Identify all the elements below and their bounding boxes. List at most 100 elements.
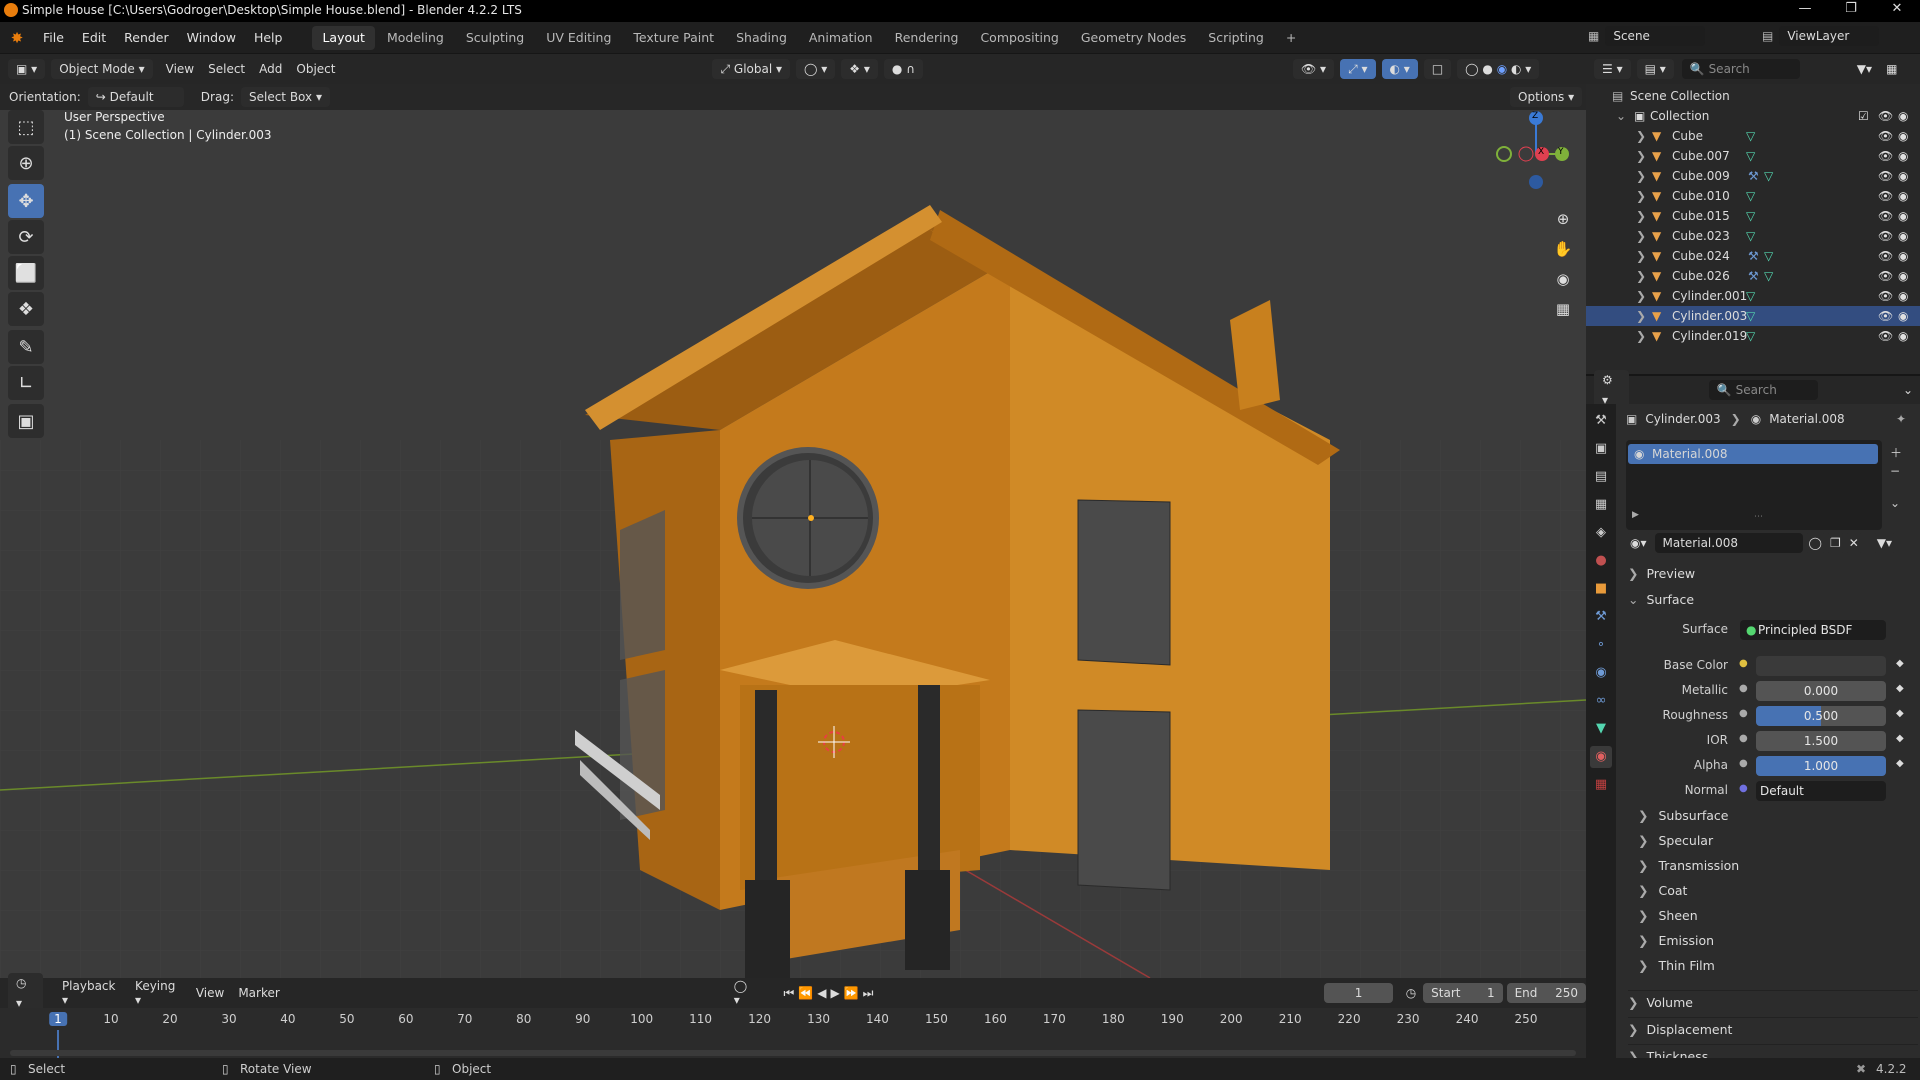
data-tab-icon[interactable]: ▼ bbox=[1590, 718, 1612, 740]
socket-icon[interactable]: ● bbox=[1739, 733, 1748, 744]
socket-icon[interactable]: ● bbox=[1739, 758, 1748, 769]
move-tool-icon[interactable]: ✥ bbox=[8, 184, 44, 218]
eye-icon[interactable]: 👁 bbox=[1878, 189, 1893, 203]
transform-tool-icon[interactable]: ❖ bbox=[8, 292, 44, 326]
mesh-data-icon[interactable]: ▽ bbox=[1746, 129, 1755, 143]
camera-icon[interactable]: ◉ bbox=[1898, 149, 1908, 163]
pivot-point-dropdown[interactable]: ◯ ▾ bbox=[796, 59, 836, 79]
modifier-icon[interactable]: ⚒ bbox=[1748, 269, 1759, 283]
expand-arrow-icon[interactable]: ❯ bbox=[1636, 329, 1646, 343]
camera-icon[interactable]: ◉ bbox=[1898, 329, 1908, 343]
eye-icon[interactable]: 👁 bbox=[1878, 269, 1893, 283]
eye-icon[interactable]: 👁 bbox=[1878, 229, 1893, 243]
scene-tab-icon[interactable]: ◈ bbox=[1590, 522, 1612, 544]
tab-modeling[interactable]: Modeling bbox=[377, 26, 454, 50]
snap-toggle[interactable]: ❖ ▾ bbox=[841, 59, 878, 79]
camera-view-icon[interactable]: ◉ bbox=[1550, 264, 1576, 294]
preview-range-icon[interactable]: ◷ bbox=[1399, 986, 1423, 1000]
outliner-row[interactable]: ❯ ▼ Cube.015 ▽ 👁 ◉ bbox=[1586, 206, 1920, 226]
expand-arrow-icon[interactable]: ❯ bbox=[1636, 229, 1646, 243]
tab-sculpting[interactable]: Sculpting bbox=[456, 26, 534, 50]
modifier-icon[interactable]: ⚒ bbox=[1748, 249, 1759, 263]
properties-search-input[interactable]: 🔍 Search bbox=[1708, 380, 1818, 400]
camera-icon[interactable]: ◉ bbox=[1898, 169, 1908, 183]
socket-icon[interactable]: ● bbox=[1739, 783, 1748, 794]
fake-user-icon[interactable]: ◯ bbox=[1804, 533, 1826, 553]
tab-uv-editing[interactable]: UV Editing bbox=[536, 26, 621, 50]
outliner-row[interactable]: ❯ ▼ Cube ▽ 👁 ◉ bbox=[1586, 126, 1920, 146]
camera-icon[interactable]: ◉ bbox=[1898, 189, 1908, 203]
close-button[interactable]: ✕ bbox=[1874, 1, 1920, 21]
expand-arrow-icon[interactable]: ❯ bbox=[1636, 149, 1646, 163]
camera-icon[interactable]: ◉ bbox=[1898, 269, 1908, 283]
field-value[interactable] bbox=[1756, 656, 1886, 676]
visibility-dropdown[interactable]: 👁 ▾ bbox=[1292, 59, 1335, 79]
outliner-row[interactable]: ❯ ▼ Cylinder.019 ▽ 👁 ◉ bbox=[1586, 326, 1920, 346]
menu-object[interactable]: Object bbox=[289, 62, 342, 76]
tab-layout[interactable]: Layout bbox=[312, 25, 375, 50]
material-tab-icon[interactable]: ◉ bbox=[1590, 746, 1612, 768]
tool-tab-icon[interactable]: ⚒ bbox=[1590, 410, 1612, 432]
field-value[interactable]: 1.000 bbox=[1756, 756, 1886, 776]
ortho-grid-icon[interactable]: ▦ bbox=[1550, 294, 1576, 324]
navigation-gizmo[interactable]: Z X Y bbox=[1486, 110, 1576, 200]
menu-render[interactable]: Render bbox=[115, 22, 178, 54]
field-value[interactable]: Default bbox=[1756, 781, 1886, 801]
socket-icon[interactable]: ● bbox=[1739, 708, 1748, 719]
outliner-row[interactable]: ❯ ▼ Cube.026 ⚒ ▽ 👁 ◉ bbox=[1586, 266, 1920, 286]
eye-icon[interactable]: 👁 bbox=[1878, 289, 1893, 303]
scale-tool-icon[interactable]: ⬜ bbox=[8, 256, 44, 290]
display-mode-button[interactable]: ▤ ▾ bbox=[1636, 59, 1674, 79]
expand-arrow-icon[interactable]: ⌄ bbox=[1616, 109, 1626, 123]
eye-icon[interactable]: 👁 bbox=[1878, 149, 1893, 163]
camera-icon[interactable]: ◉ bbox=[1898, 309, 1908, 323]
3d-viewport[interactable]: User Perspective (1) Scene Collection | … bbox=[0, 110, 1586, 978]
eye-icon[interactable]: 👁 bbox=[1878, 169, 1893, 183]
mesh-data-icon[interactable]: ▽ bbox=[1764, 169, 1773, 183]
mode-dropdown[interactable]: Object Mode ▾ bbox=[51, 59, 153, 79]
tab-rendering[interactable]: Rendering bbox=[885, 26, 969, 50]
socket-icon[interactable]: ● bbox=[1739, 658, 1748, 669]
outliner-search-input[interactable]: 🔍 Search bbox=[1681, 59, 1800, 79]
preview-panel-header[interactable]: ❯ Preview bbox=[1628, 566, 1695, 581]
gizmo-toggle[interactable]: ⤢ ▾ bbox=[1340, 59, 1376, 79]
panel-header[interactable]: ❯ Displacement bbox=[1628, 1017, 1918, 1037]
subsection-header[interactable]: ❯ Thin Film bbox=[1638, 958, 1715, 973]
outliner-row-collection[interactable]: ⌄ ▣ Collection ☑ 👁 ◉ bbox=[1586, 106, 1920, 126]
unlink-material-icon[interactable]: ✕ bbox=[1844, 533, 1863, 553]
start-frame-field[interactable]: Start 1 bbox=[1423, 983, 1503, 1003]
collection-checkbox[interactable]: ☑ bbox=[1858, 109, 1869, 123]
transform-orientation-dropdown[interactable]: ⤢ Global ▾ bbox=[712, 59, 791, 79]
tab-compositing[interactable]: Compositing bbox=[970, 26, 1068, 50]
cursor-tool-icon[interactable]: ⊕ bbox=[8, 146, 44, 180]
rotate-tool-icon[interactable]: ⟳ bbox=[8, 220, 44, 254]
zoom-icon[interactable]: ⊕ bbox=[1550, 204, 1576, 234]
options-dropdown[interactable]: Options ▾ bbox=[1510, 87, 1583, 107]
subsection-header[interactable]: ❯ Emission bbox=[1638, 933, 1714, 948]
add-cube-tool-icon[interactable]: ▣ bbox=[8, 404, 44, 438]
menu-window[interactable]: Window bbox=[178, 22, 245, 54]
keyframe-icon[interactable]: ◆ bbox=[1896, 733, 1904, 744]
surface-shader-field[interactable]: ● Principled BSDF bbox=[1740, 620, 1886, 640]
output-tab-icon[interactable]: ▤ bbox=[1590, 466, 1612, 488]
world-tab-icon[interactable]: ● bbox=[1590, 550, 1612, 572]
mesh-data-icon[interactable]: ▽ bbox=[1764, 249, 1773, 263]
subsection-header[interactable]: ❯ Sheen bbox=[1638, 908, 1698, 923]
measure-tool-icon[interactable]: ∟ bbox=[8, 366, 44, 400]
menu-view[interactable]: View bbox=[159, 62, 201, 76]
outliner-editor-type-button[interactable]: ☰ ▾ bbox=[1594, 59, 1631, 79]
outliner-row-scene-collection[interactable]: ▤ Scene Collection bbox=[1586, 86, 1920, 106]
proportional-edit-toggle[interactable]: ● ∩ bbox=[883, 59, 923, 79]
expand-arrow-icon[interactable]: ❯ bbox=[1636, 309, 1646, 323]
eye-icon[interactable]: 👁 bbox=[1878, 209, 1893, 223]
material-slot-row[interactable]: ◉ Material.008 bbox=[1628, 444, 1878, 464]
filter-icon[interactable]: ▼▾ bbox=[1850, 62, 1879, 76]
expand-arrow-icon[interactable]: ❯ bbox=[1636, 209, 1646, 223]
menu-add[interactable]: Add bbox=[252, 62, 289, 76]
particles-tab-icon[interactable]: ∘ bbox=[1590, 634, 1612, 656]
browse-material-icon[interactable]: ◉▾ bbox=[1626, 533, 1651, 553]
expand-arrow-icon[interactable]: ❯ bbox=[1636, 289, 1646, 303]
current-frame-field[interactable]: 1 bbox=[1324, 983, 1393, 1003]
panel-header[interactable]: ❯ Volume bbox=[1628, 990, 1918, 1010]
expand-arrow-icon[interactable]: ❯ bbox=[1636, 169, 1646, 183]
